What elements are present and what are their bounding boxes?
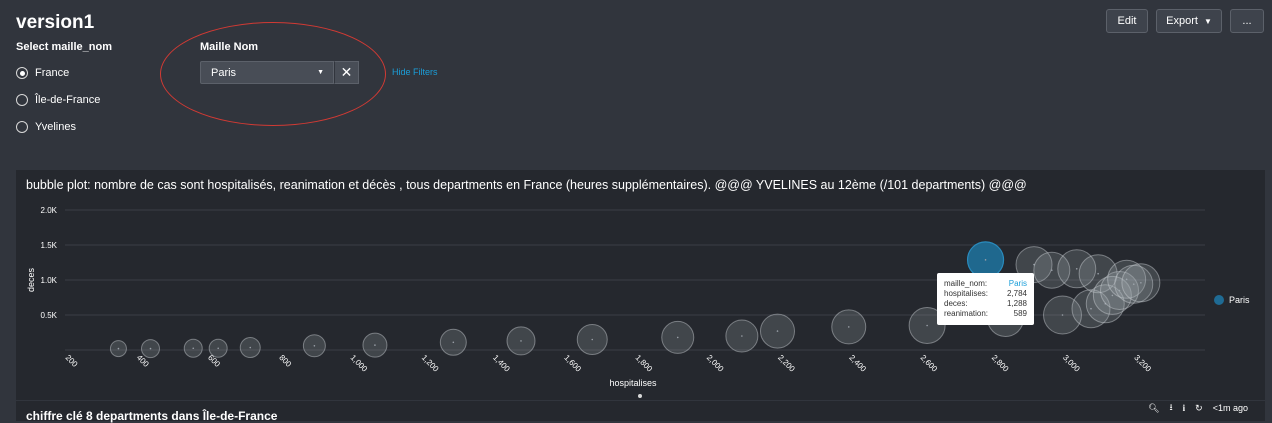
bubble-center-dot (1075, 268, 1078, 270)
bubble-center-dot (149, 347, 152, 350)
tooltip-value: 2,784 (1007, 289, 1028, 298)
tooltip-key: reanimation: (944, 309, 988, 318)
info-icon[interactable]: i (1183, 403, 1186, 413)
tooltip-value: 1,288 (1007, 299, 1028, 308)
x-tick-label: 3,200 (1132, 353, 1153, 374)
bubble-center-dot (984, 259, 987, 261)
y-tick-label: 0.5K (41, 311, 58, 320)
bubble-center-dot (1097, 272, 1099, 275)
bubble-center-dot (452, 341, 455, 344)
x-tick-label: 1,400 (491, 353, 512, 374)
x-tick-label: 1,800 (634, 353, 655, 374)
x-axis-title: hospitalises (609, 378, 657, 388)
legend-marker (1214, 295, 1224, 305)
panel-toolbar: 🔍︎ ⭳ i ↻ <1m ago (1148, 401, 1248, 415)
bubble-center-dot (117, 347, 120, 350)
tooltip-key: hospitalises: (944, 289, 988, 298)
refresh-icon[interactable]: ↻ (1195, 403, 1203, 414)
tooltip-value: Paris (1009, 279, 1027, 288)
bubble-center-dot (520, 340, 522, 342)
download-icon[interactable]: ⭳ (1170, 400, 1173, 416)
x-tick-label: 2,200 (776, 353, 797, 374)
x-tick-label: 2,000 (705, 353, 726, 374)
x-tick-label: 200 (64, 353, 80, 369)
y-axis-title: deces (26, 267, 36, 292)
tooltip-value: 589 (1014, 309, 1028, 318)
search-icon[interactable]: 🔍︎ (1148, 403, 1159, 414)
x-tick-label: 2,600 (919, 353, 940, 374)
tooltip-key: deces: (944, 299, 968, 308)
bubble-center-dot (217, 347, 219, 350)
tooltip-key: maille_nom: (944, 279, 987, 288)
pager-dot[interactable] (638, 394, 642, 398)
bubble-center-dot (676, 336, 679, 339)
bubble-center-dot (776, 330, 779, 332)
y-tick-label: 1.0K (41, 276, 58, 285)
legend-label[interactable]: Paris (1229, 295, 1250, 305)
bubble-center-dot (374, 344, 376, 346)
x-tick-label: 2,400 (847, 353, 868, 374)
x-tick-label: 1,600 (562, 353, 583, 374)
bubble-center-dot (926, 324, 928, 327)
x-tick-label: 800 (277, 353, 293, 369)
bubble-center-dot (313, 345, 316, 347)
x-tick-label: 3,000 (1061, 353, 1082, 374)
bubble-center-dot (1051, 269, 1053, 272)
last-updated: <1m ago (1212, 403, 1248, 413)
bubble-center-dot (847, 326, 850, 328)
bubble-center-dot (1061, 314, 1064, 316)
bubble-center-dot (591, 338, 594, 341)
y-tick-label: 1.5K (41, 241, 58, 250)
bubble-center-dot (249, 346, 252, 349)
x-tick-label: 1,200 (420, 353, 441, 374)
y-tick-label: 2.0K (41, 206, 58, 215)
bubble-center-dot (1140, 282, 1142, 284)
bubble-center-dot (192, 347, 195, 350)
x-tick-label: 2,800 (990, 353, 1011, 374)
x-tick-label: 1,000 (349, 353, 370, 374)
bubble-chart[interactable]: 0.5K1.0K1.5K2.0K200 400 600 800 1,000 1,200 1,… (0, 0, 1272, 417)
bubble-center-dot (741, 335, 743, 337)
